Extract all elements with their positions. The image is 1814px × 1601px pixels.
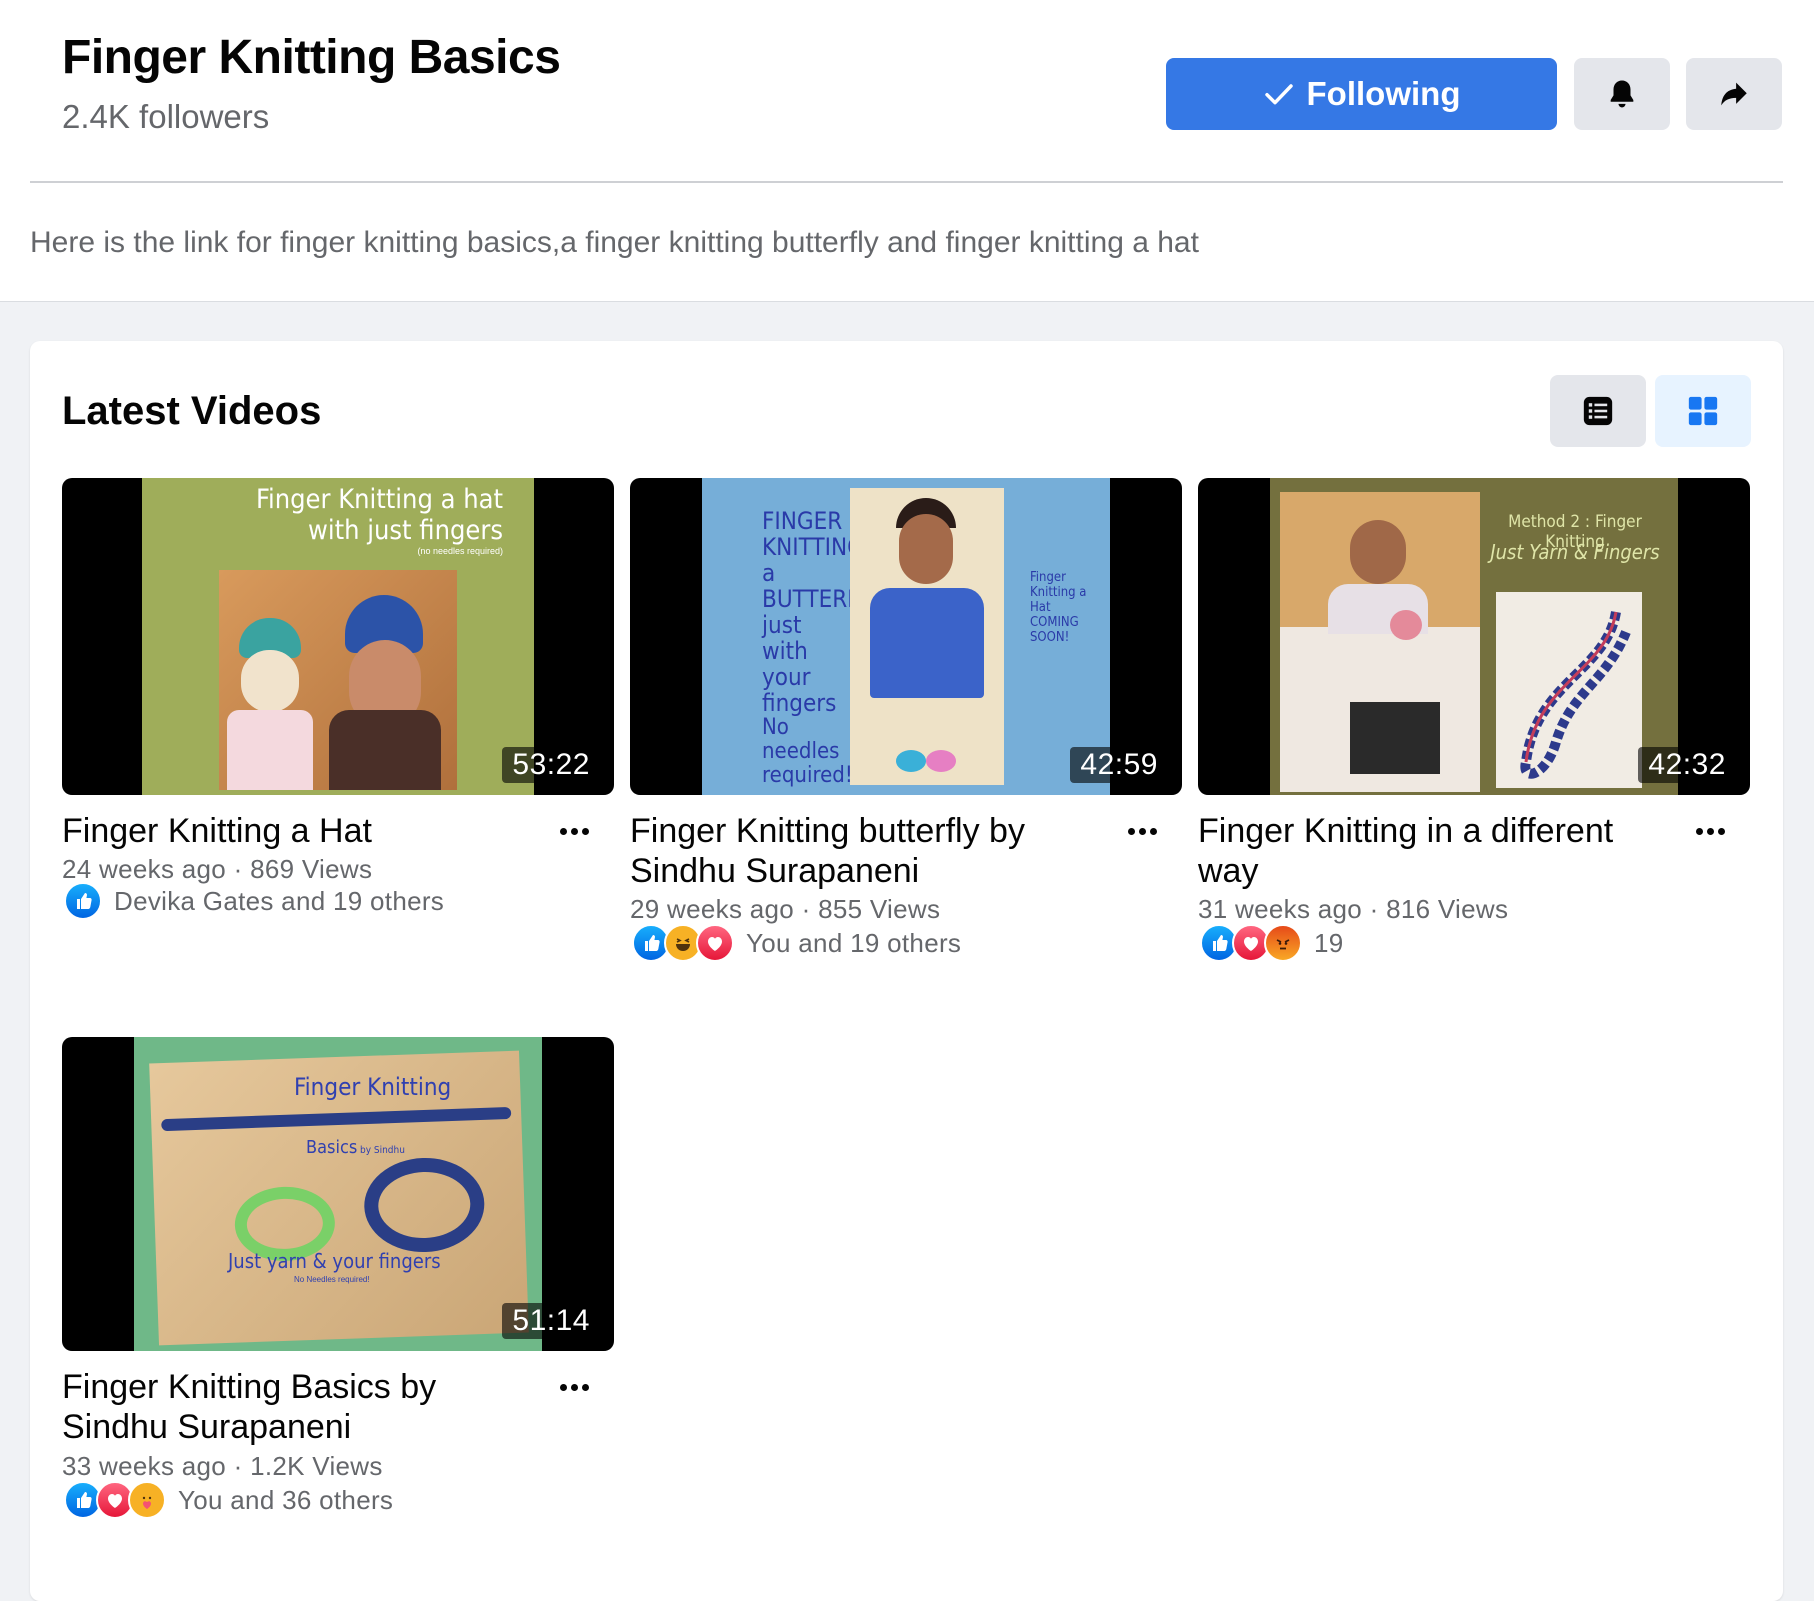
thumbnail-caption: Finger Knitting	[294, 1073, 452, 1101]
video-meta: 24 weeks ago · 869 Views	[62, 854, 373, 884]
header-divider	[30, 181, 1783, 183]
video-duration: 53:22	[502, 747, 600, 783]
video-views: 816 Views	[1386, 894, 1509, 924]
more-options-button[interactable]	[550, 816, 598, 846]
photo-girl-yarn	[1280, 492, 1480, 792]
following-button[interactable]: Following	[1166, 58, 1557, 130]
page-header: Finger Knitting Basics 2.4K followers Fo…	[0, 0, 1814, 302]
thumbnail-image: Method 2 : Finger Knitting Just Yarn & F…	[1270, 478, 1678, 795]
video-views: 1.2K Views	[250, 1451, 383, 1481]
photo-girl-hat	[219, 570, 457, 790]
video-card: Method 2 : Finger Knitting Just Yarn & F…	[1198, 478, 1750, 962]
more-options-button[interactable]	[1118, 816, 1166, 846]
video-meta: 33 weeks ago · 1.2K Views	[62, 1451, 383, 1481]
angry-icon	[1264, 924, 1302, 962]
video-card: Finger Knitting Basics by Sindhu Just ya…	[62, 1037, 614, 1519]
thumbnail-image: Finger Knitting Basics by Sindhu Just ya…	[134, 1037, 542, 1351]
thumbnail-caption: No Needles required!	[294, 1275, 370, 1284]
thumbnail-caption: Just Yarn & Fingers	[1490, 540, 1660, 564]
reactions-summary[interactable]: You and 36 others	[64, 1481, 393, 1519]
video-title[interactable]: Finger Knitting Basics by Sindhu Surapan…	[62, 1367, 542, 1447]
video-thumbnail[interactable]: FINGER KNITTING a BUTTERFLY just with yo…	[630, 478, 1182, 795]
video-thumbnail[interactable]: Finger Knitting Basics by Sindhu Just ya…	[62, 1037, 614, 1351]
reactions-label: 19	[1314, 927, 1344, 958]
video-age: 29 weeks ago	[630, 894, 795, 924]
video-thumbnail[interactable]: Method 2 : Finger Knitting Just Yarn & F…	[1198, 478, 1750, 795]
love-icon	[696, 924, 734, 962]
bell-icon	[1610, 80, 1634, 108]
video-title[interactable]: Finger Knitting butterfly by Sindhu Sura…	[630, 811, 1110, 891]
video-title[interactable]: Finger Knitting in a different way	[1198, 811, 1678, 891]
reactions-label: You and 19 others	[746, 927, 962, 958]
reactions-summary[interactable]: 19	[1200, 924, 1344, 962]
video-card: FINGER KNITTING a BUTTERFLY just with yo…	[630, 478, 1182, 962]
notifications-button[interactable]	[1574, 58, 1670, 130]
page-title[interactable]: Finger Knitting Basics	[62, 30, 561, 85]
reactions-summary[interactable]: You and 19 others	[632, 924, 961, 962]
list-icon	[1583, 396, 1613, 426]
thumbnail-image: Finger Knitting a hat with just fingers …	[142, 478, 534, 795]
follower-count[interactable]: 2.4K followers	[62, 98, 269, 136]
thumbnail-caption: with just fingers	[308, 515, 503, 546]
like-icon	[64, 882, 102, 920]
video-meta: 31 weeks ago · 816 Views	[1198, 894, 1509, 924]
thumbnail-caption: FINGER KNITTING a BUTTERFLY just with yo…	[762, 507, 882, 717]
list-view-button[interactable]	[1550, 375, 1646, 447]
following-label: Following	[1306, 75, 1461, 112]
grid-view-button[interactable]	[1655, 375, 1751, 447]
share-button[interactable]	[1686, 58, 1782, 130]
video-views: 869 Views	[250, 854, 373, 884]
video-age: 24 weeks ago	[62, 854, 227, 884]
section-title: Latest Videos	[62, 389, 322, 433]
reactions-label: Devika Gates and 19 others	[114, 885, 445, 916]
video-duration: 42:59	[1070, 747, 1168, 783]
thumbnail-caption: Finger Knitting a hat	[255, 484, 503, 515]
video-duration: 51:14	[502, 1303, 600, 1339]
more-options-button[interactable]	[550, 1372, 598, 1402]
page-description: Here is the link for finger knitting bas…	[30, 226, 1199, 259]
share-icon	[1721, 82, 1747, 106]
thumbnail-caption: (no needles required)	[417, 546, 503, 556]
check-icon	[1264, 84, 1293, 105]
thumbnail-caption: Basics	[306, 1137, 358, 1158]
photo-yarn-chain	[1496, 592, 1642, 788]
reactions-summary[interactable]: Devika Gates and 19 others	[64, 882, 444, 920]
thumbnail-caption: Just yarn & your fingers	[228, 1249, 441, 1273]
video-card: Finger Knitting a hat with just fingers …	[62, 478, 614, 920]
latest-videos-card: Latest Videos Finger Knitting a hat with…	[30, 341, 1783, 1601]
video-age: 33 weeks ago	[62, 1451, 227, 1481]
video-age: 31 weeks ago	[1198, 894, 1363, 924]
grid-icon	[1688, 396, 1718, 426]
thumbnail-image: FINGER KNITTING a BUTTERFLY just with yo…	[702, 478, 1110, 795]
video-meta: 29 weeks ago · 855 Views	[630, 894, 941, 924]
more-options-button[interactable]	[1686, 816, 1734, 846]
video-views: 855 Views	[818, 894, 941, 924]
thumbnail-caption: Finger Knitting a Hat COMING SOON!	[1030, 570, 1087, 645]
video-duration: 42:32	[1638, 747, 1736, 783]
thumbnail-caption: by Sindhu	[360, 1145, 405, 1156]
care-icon	[128, 1481, 166, 1519]
video-title[interactable]: Finger Knitting a Hat	[62, 811, 542, 851]
video-thumbnail[interactable]: Finger Knitting a hat with just fingers …	[62, 478, 614, 795]
thumbnail-caption: No needles required!	[762, 715, 853, 788]
photo-girl-butterfly	[850, 488, 1004, 785]
reactions-label: You and 36 others	[178, 1484, 394, 1515]
